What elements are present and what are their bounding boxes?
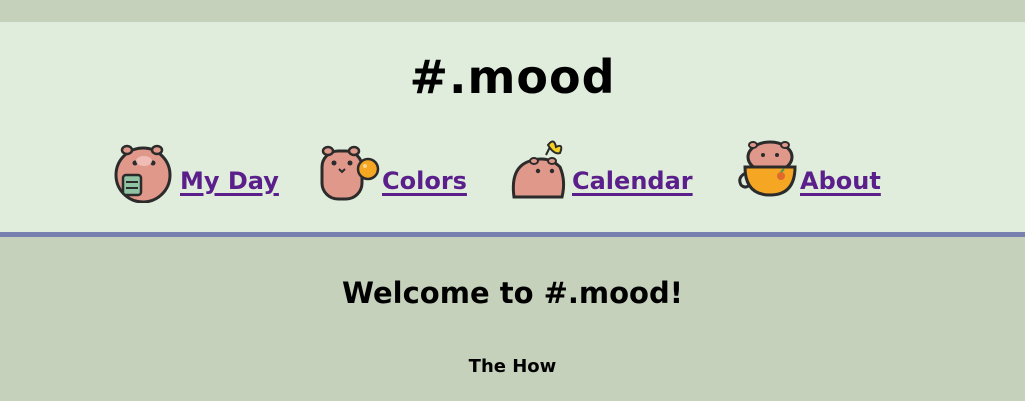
main-nav: My Day Colors Calendar About: [0, 137, 1025, 207]
page: #.mood My Day Colors Calendar About Welc…: [0, 0, 1025, 401]
capybara-holding-cup-icon: [114, 144, 172, 203]
nav-link-about[interactable]: About: [800, 167, 881, 195]
capybara-with-orange-icon: [320, 145, 380, 201]
nav-item-calendar[interactable]: Calendar: [508, 137, 708, 207]
nav-link-calendar[interactable]: Calendar: [572, 167, 693, 195]
section-heading-the-how: The How: [468, 356, 557, 377]
capybara-in-orange-mug-icon: [738, 140, 797, 197]
nav-link-colors[interactable]: Colors: [382, 167, 467, 195]
nav-item-colors[interactable]: Colors: [318, 137, 478, 207]
nav-item-my-day[interactable]: My Day: [113, 137, 288, 207]
nav-item-about[interactable]: About: [737, 137, 887, 207]
nav-link-my-day[interactable]: My Day: [180, 167, 279, 195]
welcome-heading: Welcome to #.mood!: [342, 276, 683, 310]
capybara-with-butterfly-icon: [511, 140, 566, 199]
site-header: #.mood My Day Colors Calendar About: [0, 22, 1025, 237]
site-title: #.mood: [409, 50, 616, 104]
